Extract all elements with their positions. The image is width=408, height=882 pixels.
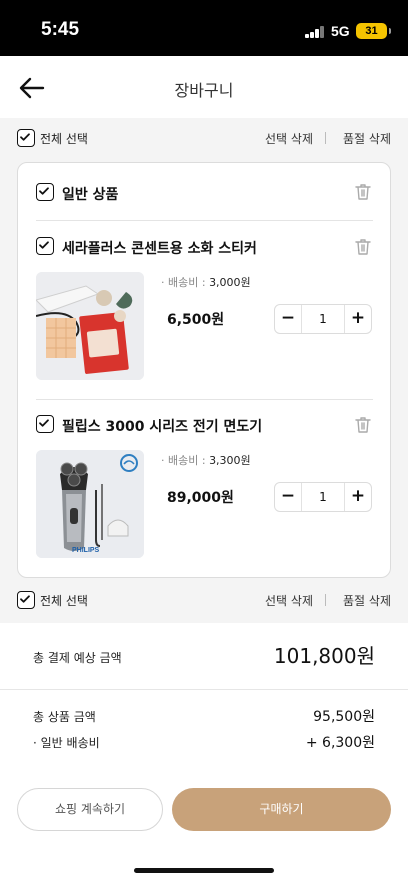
divider	[325, 594, 326, 606]
quantity-value[interactable]: 1	[302, 483, 344, 511]
select-bar-bottom: 전체 선택 선택 삭제 품절 삭제	[0, 580, 408, 620]
quantity-value[interactable]: 1	[302, 305, 344, 333]
quantity-stepper: − 1 +	[274, 482, 372, 512]
delete-soldout-button[interactable]: 품절 삭제	[343, 130, 391, 147]
home-indicator	[134, 868, 274, 873]
item-price: 89,000원	[167, 490, 234, 506]
decrease-quantity-button[interactable]: −	[275, 483, 302, 511]
delete-selected-button[interactable]: 선택 삭제	[265, 592, 313, 609]
battery-icon: 31	[356, 23, 391, 39]
total-label: 총 결제 예상 금액	[33, 651, 122, 665]
cart-group-card: 일반 상품 세라플러스 콘센트용 소화 스티커 · 배송비 : 3,000원 6…	[17, 162, 391, 578]
product-total-label: 총 상품 금액	[33, 710, 96, 724]
delete-soldout-button[interactable]: 품절 삭제	[343, 592, 391, 609]
select-all-checkbox[interactable]	[17, 591, 35, 609]
total-value: 101,800원	[273, 644, 375, 668]
trash-icon[interactable]	[352, 414, 374, 436]
select-all-label[interactable]: 전체 선택	[40, 130, 88, 147]
page-title: 장바구니	[174, 81, 234, 100]
divider	[325, 132, 326, 144]
select-all-checkbox[interactable]	[17, 129, 35, 147]
divider	[36, 220, 373, 221]
shipping-label: · 배송비 :	[161, 454, 206, 467]
divider	[0, 689, 408, 690]
delete-selected-button[interactable]: 선택 삭제	[265, 130, 313, 147]
buy-button[interactable]: 구매하기	[172, 788, 391, 831]
item-checkbox[interactable]	[36, 415, 54, 433]
product-image[interactable]: PHILIPS	[36, 450, 144, 558]
divider	[36, 399, 373, 400]
status-bar: 5:45 5G 31	[0, 0, 408, 56]
quantity-stepper: − 1 +	[274, 304, 372, 334]
app-header: 장바구니	[0, 56, 408, 118]
item-checkbox[interactable]	[36, 237, 54, 255]
item-price: 6,500원	[167, 312, 225, 328]
increase-quantity-button[interactable]: +	[344, 305, 371, 333]
shipping-label: · 배송비 :	[161, 276, 206, 289]
item-name[interactable]: 세라플러스 콘센트용 소화 스티커	[62, 238, 257, 258]
group-header: 일반 상품	[36, 181, 374, 205]
shipping-total-label: · 일반 배송비	[33, 736, 100, 750]
network-type: 5G	[331, 23, 350, 39]
cellular-signal-icon	[305, 26, 325, 38]
item-name[interactable]: 필립스 3000 시리즈 전기 면도기	[62, 416, 262, 436]
shipping-fee-text: · 배송비 : 3,000원	[161, 274, 251, 290]
shipping-fee: 3,000원	[209, 276, 251, 289]
trash-icon[interactable]	[352, 181, 374, 203]
shipping-total-value: + 6,300원	[305, 735, 375, 751]
product-image[interactable]	[36, 272, 144, 380]
group-title: 일반 상품	[62, 187, 119, 203]
shipping-fee: 3,300원	[209, 454, 251, 467]
select-all-label[interactable]: 전체 선택	[40, 592, 88, 609]
status-time: 5:45	[41, 19, 80, 40]
product-total-value: 95,500원	[313, 709, 375, 725]
select-bar-top: 전체 선택 선택 삭제 품절 삭제	[0, 118, 408, 158]
product-brand-label: PHILIPS	[72, 547, 100, 554]
shipping-fee-text: · 배송비 : 3,300원	[161, 452, 251, 468]
trash-icon[interactable]	[352, 236, 374, 258]
continue-shopping-button[interactable]: 쇼핑 계속하기	[17, 788, 163, 831]
order-summary: 총 결제 예상 금액 101,800원 총 상품 금액 95,500원 · 일반…	[0, 623, 408, 882]
decrease-quantity-button[interactable]: −	[275, 305, 302, 333]
group-checkbox[interactable]	[36, 183, 54, 201]
increase-quantity-button[interactable]: +	[344, 483, 371, 511]
